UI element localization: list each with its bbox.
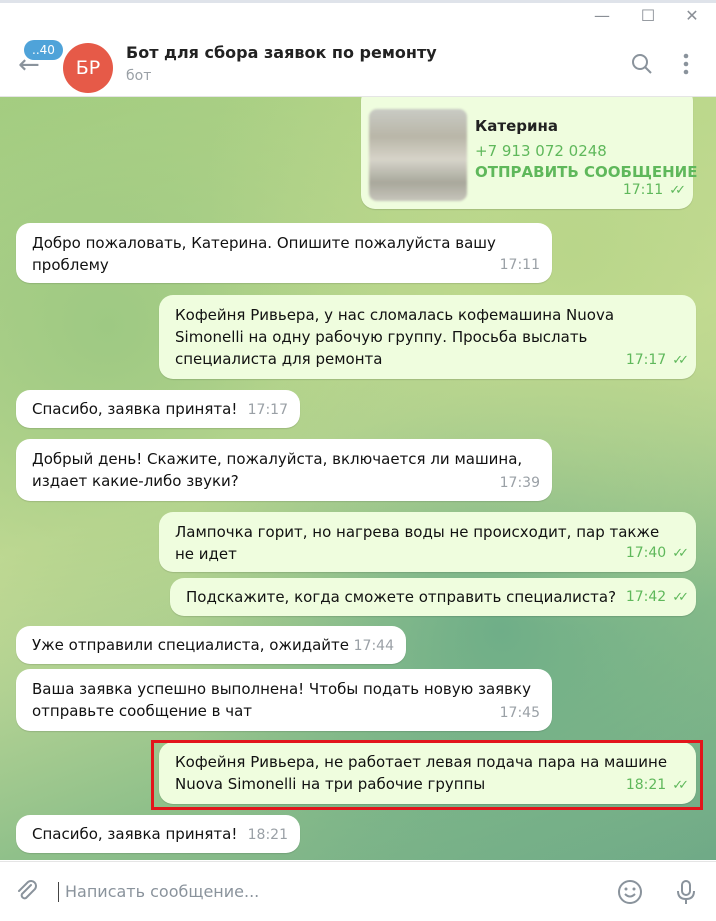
message-text: Подскажите, когда сможете отправить спец… xyxy=(186,588,617,606)
message-time: 18:21 ✓✓ xyxy=(626,774,689,797)
contact-name: Катерина xyxy=(475,117,558,135)
message-outgoing[interactable]: Кофейня Ривьера, у нас сломалась кофемаш… xyxy=(159,295,696,379)
search-icon[interactable] xyxy=(630,52,656,78)
chat-title[interactable]: Бот для сбора заявок по ремонту xyxy=(126,43,437,62)
chat-header: ← ..40 БР Бот для сбора заявок по ремонт… xyxy=(0,34,716,97)
message-time: 17:40 ✓✓ xyxy=(626,542,689,565)
contact-card[interactable]: Катерина +7 913 072 0248 ОТПРАВИТЬ СООБЩ… xyxy=(361,97,697,209)
message-time: 17:17 xyxy=(247,402,288,418)
attach-icon[interactable] xyxy=(14,878,40,910)
message-input-bar: Написать сообщение... xyxy=(0,861,716,921)
message-text: Ваша заявка успешно выполнена! Чтобы под… xyxy=(32,680,531,720)
message-time: 17:44 xyxy=(353,638,394,654)
window-titlebar: — ☐ ✕ xyxy=(0,0,716,34)
message-time: 18:21 xyxy=(247,827,288,843)
maximize-button[interactable]: ☐ xyxy=(640,8,656,24)
unread-badge: ..40 xyxy=(24,40,63,60)
read-check-icon: ✓✓ xyxy=(672,590,689,605)
message-time: 17:39 xyxy=(499,475,540,491)
minimize-button[interactable]: — xyxy=(594,8,610,24)
message-incoming[interactable]: Добро пожаловать, Катерина. Опишите пожа… xyxy=(16,223,552,283)
message-incoming[interactable]: Спасибо, заявка принята! 18:21 xyxy=(16,815,300,853)
read-check-icon: ✓✓ xyxy=(669,183,686,198)
microphone-icon[interactable] xyxy=(672,878,700,906)
message-incoming[interactable]: Добрый день! Скажите, пожалуйста, включа… xyxy=(16,439,552,501)
message-incoming[interactable]: Уже отправили специалиста, ожидайте 17:4… xyxy=(16,626,406,664)
message-outgoing[interactable]: Подскажите, когда сможете отправить спец… xyxy=(170,578,696,616)
message-outgoing[interactable]: Лампочка горит, но нагрева воды не проис… xyxy=(159,512,696,572)
close-button[interactable]: ✕ xyxy=(684,8,700,24)
chat-subtitle: бот xyxy=(126,68,152,84)
message-text: Кофейня Ривьера, не работает левая подач… xyxy=(175,753,668,793)
message-time: 17:11 ✓✓ xyxy=(623,179,686,202)
message-incoming[interactable]: Спасибо, заявка принята! 17:17 xyxy=(16,390,300,428)
message-text: Лампочка горит, но нагрева воды не проис… xyxy=(175,523,660,563)
chat-area[interactable]: Катерина +7 913 072 0248 ОТПРАВИТЬ СООБЩ… xyxy=(0,97,716,860)
message-text: Добро пожаловать, Катерина. Опишите пожа… xyxy=(32,234,496,274)
message-text: Добрый день! Скажите, пожалуйста, включа… xyxy=(32,450,523,490)
message-time: 17:17 ✓✓ xyxy=(626,349,689,372)
message-incoming[interactable]: Ваша заявка успешно выполнена! Чтобы под… xyxy=(16,669,552,731)
read-check-icon: ✓✓ xyxy=(672,546,689,561)
message-input[interactable]: Написать сообщение... xyxy=(58,882,259,902)
contact-phone: +7 913 072 0248 xyxy=(475,142,607,160)
message-time: 17:42 ✓✓ xyxy=(626,586,689,609)
message-time: 17:11 xyxy=(499,257,540,273)
read-check-icon: ✓✓ xyxy=(672,353,689,368)
emoji-icon[interactable] xyxy=(616,878,644,906)
message-time: 17:45 xyxy=(499,705,540,721)
message-text: Уже отправили специалиста, ожидайте xyxy=(32,636,349,654)
avatar[interactable]: БР xyxy=(63,43,113,93)
message-text: Кофейня Ривьера, у нас сломалась кофемаш… xyxy=(175,306,615,368)
message-outgoing[interactable]: Кофейня Ривьера, не работает левая подач… xyxy=(159,742,696,804)
read-check-icon: ✓✓ xyxy=(672,778,689,793)
contact-photo xyxy=(369,109,467,201)
more-vertical-icon[interactable] xyxy=(676,52,702,78)
titlebar-line xyxy=(0,0,716,3)
